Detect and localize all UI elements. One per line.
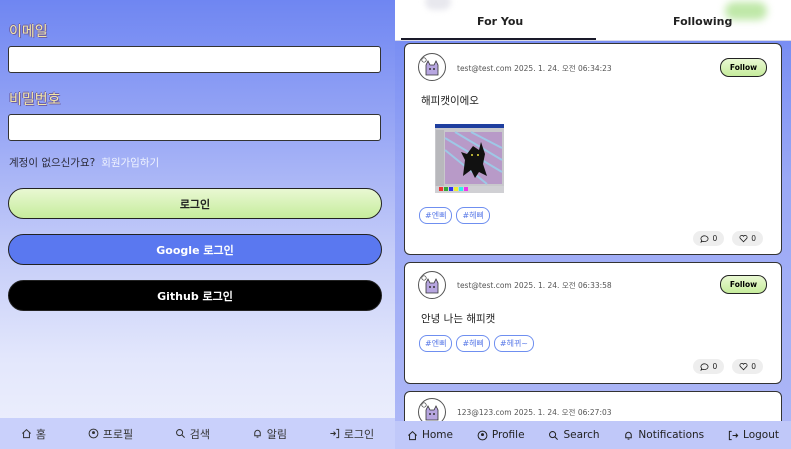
like-button[interactable]: 0 — [732, 231, 763, 246]
like-button[interactable]: 0 — [732, 359, 763, 374]
cat-avatar-icon — [421, 57, 439, 76]
comment-button[interactable]: 0 — [693, 231, 725, 246]
comment-count: 0 — [712, 362, 718, 371]
avatar[interactable] — [418, 53, 446, 81]
email-field[interactable] — [8, 46, 381, 73]
bell-icon — [254, 429, 261, 438]
tag-chip[interactable]: #헤삐 — [456, 207, 490, 224]
search-icon — [175, 429, 185, 438]
signup-prompt: 계정이 없으신가요? 회원가입하기 — [9, 155, 159, 170]
follow-button[interactable]: Follow — [720, 58, 767, 77]
nav-logout-label: Logout — [743, 429, 779, 441]
email-label: 이메일 — [9, 24, 48, 40]
avatar[interactable] — [418, 271, 446, 299]
heart-icon — [739, 363, 748, 371]
comment-button[interactable]: 0 — [693, 359, 725, 374]
post-meta: test@test.com 2025. 1. 24. 오전 06:33:58 — [457, 280, 612, 291]
login-panel: 이메일 비밀번호 계정이 없으신가요? 회원가입하기 로그인 Google 로그인… — [0, 0, 395, 449]
post-author: test@test.com — [457, 64, 512, 73]
blurred-element — [425, 0, 451, 10]
post-content: 안녕 나는 해피캣 — [421, 313, 496, 325]
nav-search[interactable]: 검색 — [175, 426, 210, 442]
nav-search-label: Search — [563, 429, 600, 441]
tag-chip[interactable]: #헤뀌~ — [493, 335, 535, 352]
like-count: 0 — [751, 234, 756, 243]
cat-avatar-icon — [421, 275, 439, 294]
login-icon — [330, 428, 339, 439]
tab-following[interactable]: Following — [673, 15, 732, 28]
right-bottom-nav: Home Profile Search Notifications Logout — [395, 421, 791, 449]
nav-home-label: 홈 — [35, 427, 46, 441]
post-meta: 123@123.com 2025. 1. 24. 오전 06:27:03 — [457, 407, 612, 418]
nav-notifications-label: Notifications — [638, 429, 705, 441]
home-icon — [407, 430, 417, 440]
post-tags: #엔삐 #헤삐 — [419, 207, 490, 224]
post-image[interactable] — [435, 124, 504, 193]
nav-search[interactable]: Search — [548, 429, 600, 441]
post-author: 123@123.com — [457, 408, 512, 417]
comment-icon — [700, 235, 709, 243]
login-button[interactable]: 로그인 — [8, 188, 382, 219]
left-bottom-nav: 홈 프로필 검색 알림 로그인 — [0, 418, 395, 449]
google-login-button[interactable]: Google 로그인 — [8, 234, 382, 265]
heart-icon — [739, 235, 748, 243]
tag-chip[interactable]: #헤삐 — [456, 335, 490, 352]
post-date: 2025. 1. 24. 오전 06:34:23 — [514, 64, 612, 73]
post-actions: 0 0 — [693, 231, 763, 246]
signup-link[interactable]: 회원가입하기 — [101, 157, 159, 169]
follow-button[interactable]: Follow — [720, 275, 767, 294]
nav-notifications[interactable]: Notifications — [623, 429, 704, 441]
nav-home[interactable]: 홈 — [21, 426, 46, 442]
nav-logout[interactable]: Logout — [728, 429, 779, 441]
tag-chip[interactable]: #엔삐 — [419, 207, 453, 224]
post-meta: test@test.com 2025. 1. 24. 오전 06:34:23 — [457, 63, 612, 74]
post-content: 해피캣이에오 — [421, 95, 479, 107]
post-author: test@test.com — [457, 281, 512, 290]
like-count: 0 — [751, 362, 756, 371]
post-tags: #엔삐 #헤삐 #헤뀌~ — [419, 335, 535, 352]
home-icon — [21, 428, 31, 439]
password-field[interactable] — [8, 114, 381, 141]
tab-for-you[interactable]: For You — [477, 15, 523, 28]
nav-home[interactable]: Home — [407, 429, 453, 441]
profile-icon — [477, 430, 488, 440]
post-card[interactable]: test@test.com 2025. 1. 24. 오전 06:33:58 F… — [404, 262, 782, 384]
nav-profile-label: Profile — [491, 429, 525, 441]
nav-search-label: 검색 — [189, 427, 211, 441]
tag-chip[interactable]: #엔삐 — [419, 335, 453, 352]
comment-count: 0 — [712, 234, 718, 243]
post-actions: 0 0 — [693, 359, 763, 374]
feed-tabs: For You Following — [395, 0, 791, 41]
post-card[interactable]: test@test.com 2025. 1. 24. 오전 06:34:23 F… — [404, 43, 782, 255]
profile-icon — [88, 428, 99, 439]
password-label: 비밀번호 — [9, 92, 61, 108]
nav-notifications-label: 알림 — [266, 427, 288, 441]
bell-icon — [625, 431, 633, 440]
post-date: 2025. 1. 24. 오전 06:33:58 — [514, 281, 612, 290]
comment-icon — [700, 363, 709, 371]
active-tab-indicator — [401, 38, 596, 40]
post-date: 2025. 1. 24. 오전 06:27:03 — [513, 408, 612, 417]
nav-home-label: Home — [421, 429, 453, 441]
nav-login-label: 로그인 — [343, 427, 375, 441]
search-icon — [549, 430, 559, 440]
no-account-text: 계정이 없으신가요? — [9, 157, 96, 169]
nav-profile-label: 프로필 — [102, 427, 134, 441]
nav-profile[interactable]: Profile — [477, 429, 525, 441]
nav-login[interactable]: 로그인 — [329, 426, 374, 442]
github-login-button[interactable]: Github 로그인 — [8, 280, 382, 311]
nav-notifications[interactable]: 알림 — [252, 426, 287, 442]
feed-panel: For You Following test@test.com 2025. 1.… — [395, 0, 791, 449]
logout-icon — [728, 430, 739, 440]
nav-profile[interactable]: 프로필 — [88, 426, 133, 442]
